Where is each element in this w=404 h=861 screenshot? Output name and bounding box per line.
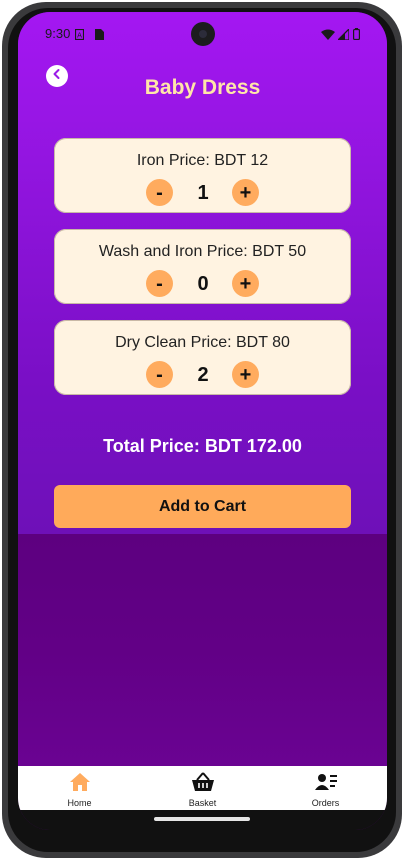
decrease-button[interactable]: - xyxy=(146,361,173,388)
bottom-navigation: Home Basket Orders xyxy=(18,766,387,810)
decrease-button[interactable]: - xyxy=(146,179,173,206)
page-title: Baby Dress xyxy=(144,76,261,99)
status-time: 9:30 xyxy=(45,26,71,41)
nav-label-home: Home xyxy=(67,798,92,808)
nav-label-orders: Orders xyxy=(311,798,340,808)
nav-item-basket[interactable]: Basket xyxy=(141,766,264,810)
service-card-dry-clean: Dry Clean Price: BDT 80 - 2 + xyxy=(54,320,351,395)
quantity-value: 1 xyxy=(197,182,209,204)
quantity-value: 2 xyxy=(197,364,209,386)
total-price: Total Price: BDT 172.00 xyxy=(103,436,302,456)
home-icon xyxy=(69,772,91,797)
orders-icon xyxy=(314,772,337,797)
app-screen: 9:30 A Baby Dress Iron Price: BDT 12 - 1… xyxy=(18,12,387,830)
wifi-icon xyxy=(321,27,335,40)
increase-button[interactable]: + xyxy=(232,270,259,297)
decrease-button[interactable]: - xyxy=(146,270,173,297)
status-bar: 9:30 A xyxy=(18,12,387,56)
sim-card-icon xyxy=(95,27,104,40)
service-label: Wash and Iron Price: BDT 50 xyxy=(98,243,307,260)
nav-item-orders[interactable]: Orders xyxy=(264,766,387,810)
svg-text:A: A xyxy=(77,32,82,40)
service-card-iron: Iron Price: BDT 12 - 1 + xyxy=(54,138,351,213)
service-label: Iron Price: BDT 12 xyxy=(136,152,269,169)
front-camera xyxy=(191,22,215,46)
basket-icon xyxy=(191,772,215,797)
gesture-bar xyxy=(18,810,387,830)
service-card-wash-iron: Wash and Iron Price: BDT 50 - 0 + xyxy=(54,229,351,304)
quantity-value: 0 xyxy=(197,273,209,295)
service-label: Dry Clean Price: BDT 80 xyxy=(115,334,290,351)
nav-label-basket: Basket xyxy=(188,798,217,808)
battery-icon xyxy=(353,27,361,41)
signal-icon xyxy=(336,27,350,41)
home-gesture-handle[interactable] xyxy=(154,817,250,821)
increase-button[interactable]: + xyxy=(232,179,259,206)
increase-button[interactable]: + xyxy=(232,361,259,388)
notification-icon: A xyxy=(74,27,85,41)
empty-area xyxy=(18,534,387,766)
add-to-cart-button[interactable]: Add to Cart xyxy=(54,485,351,528)
nav-item-home[interactable]: Home xyxy=(18,766,141,810)
